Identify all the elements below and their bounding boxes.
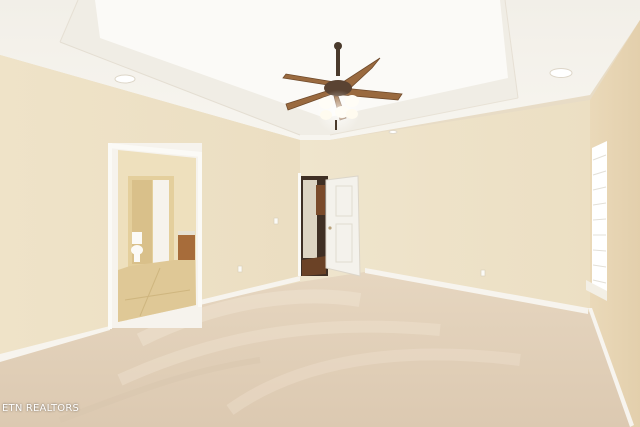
bedroom-photo: ETN REALTORS [0,0,640,427]
bathroom-doorway [108,143,202,329]
closet-doorway [298,173,361,277]
room-illustration [0,0,640,427]
door-icon [325,175,361,277]
watermark-text: ETN REALTORS [2,403,80,414]
door-icon [153,180,169,264]
